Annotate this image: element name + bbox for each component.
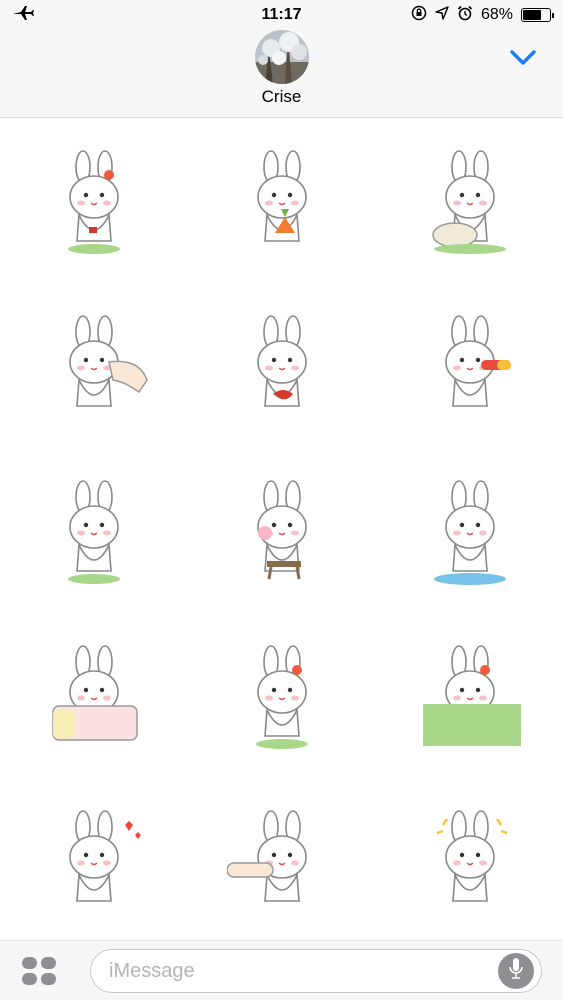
rotation-lock-icon: [411, 5, 427, 26]
sticker-grid: [0, 118, 563, 940]
location-icon: [435, 5, 449, 25]
sticker-bunny-in-bed[interactable]: [0, 613, 187, 777]
sticker-bunny-cheek-poked[interactable]: [188, 778, 375, 942]
alarm-icon: [457, 5, 473, 26]
sticker-bunny-running-tears[interactable]: [376, 613, 563, 777]
collapse-button[interactable]: [508, 44, 538, 70]
message-input[interactable]: [90, 949, 542, 993]
sticker-bunny-dancing[interactable]: [0, 448, 187, 612]
status-bar: 11:17 68%: [0, 0, 563, 30]
contact-avatar[interactable]: [255, 30, 309, 84]
sticker-bunny-massaging-friend[interactable]: [376, 118, 563, 282]
microphone-icon: [507, 957, 525, 986]
app-drawer-icon: [20, 957, 58, 991]
contact-name[interactable]: Crise: [0, 87, 563, 107]
battery-percent: 68%: [480, 6, 513, 23]
sticker-bunny-poked-by-finger[interactable]: [0, 283, 187, 447]
sticker-bunny-holding-ribbon[interactable]: [188, 283, 375, 447]
conversation-header: Crise: [0, 30, 563, 118]
composer-bar: [0, 940, 563, 1000]
app-drawer-button[interactable]: [20, 955, 58, 987]
sticker-bunny-angry[interactable]: [376, 778, 563, 942]
microphone-button[interactable]: [498, 953, 534, 989]
sticker-bunny-kiss-hearts[interactable]: [0, 778, 187, 942]
chevron-down-icon: [508, 50, 538, 74]
sticker-bunny-eating-carrot[interactable]: [188, 118, 375, 282]
sticker-bunny-with-pill[interactable]: [376, 283, 563, 447]
battery-level: [523, 10, 541, 20]
battery-icon: [521, 8, 554, 22]
sticker-bunny-walking-flower[interactable]: [188, 613, 375, 777]
sticker-bunny-waving[interactable]: [0, 118, 187, 282]
sticker-bunny-crying-puddle[interactable]: [376, 448, 563, 612]
sticker-bunny-lollipop-on-stool[interactable]: [188, 448, 375, 612]
airplane-icon: [12, 5, 34, 26]
